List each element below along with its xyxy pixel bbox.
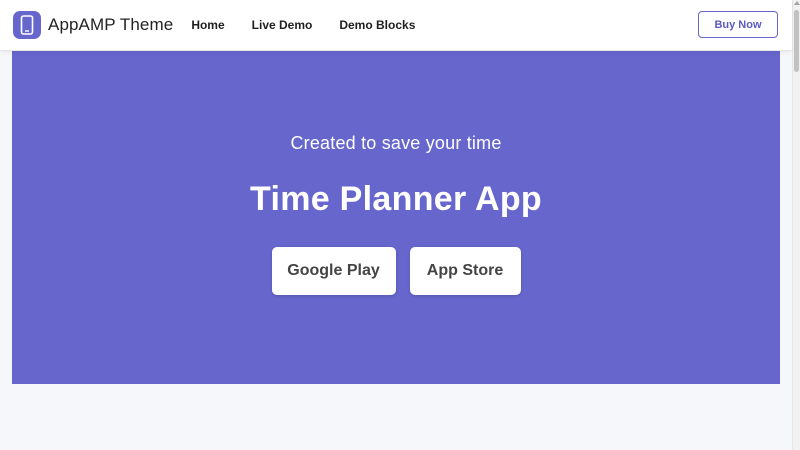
page-scrollbar[interactable] <box>792 0 800 450</box>
scrollbar-thumb[interactable] <box>794 10 799 72</box>
scroll-up-arrow-icon[interactable] <box>794 1 800 5</box>
buy-now-button[interactable]: Buy Now <box>698 11 778 38</box>
brand-name: AppAMP Theme <box>48 15 174 34</box>
nav-link-live-demo[interactable]: Live Demo <box>252 18 313 32</box>
hero-section: Created to save your time Time Planner A… <box>12 50 780 384</box>
app-store-button[interactable]: App Store <box>409 247 521 295</box>
top-navbar: AppAMP Theme Home Live Demo Demo Blocks … <box>0 0 792 51</box>
mobile-phone-icon <box>13 11 41 39</box>
store-buttons: Google Play App Store <box>12 247 780 295</box>
google-play-button[interactable]: Google Play <box>271 247 396 295</box>
main-nav: Home Live Demo Demo Blocks <box>191 18 415 32</box>
brand-link[interactable]: AppAMP Theme <box>13 11 173 39</box>
page: AppAMP Theme Home Live Demo Demo Blocks … <box>0 0 800 450</box>
nav-link-demo-blocks[interactable]: Demo Blocks <box>339 18 415 32</box>
hero-subtitle: Created to save your time <box>290 133 502 153</box>
nav-link-home[interactable]: Home <box>191 18 224 32</box>
hero-title: Time Planner App <box>250 180 542 218</box>
